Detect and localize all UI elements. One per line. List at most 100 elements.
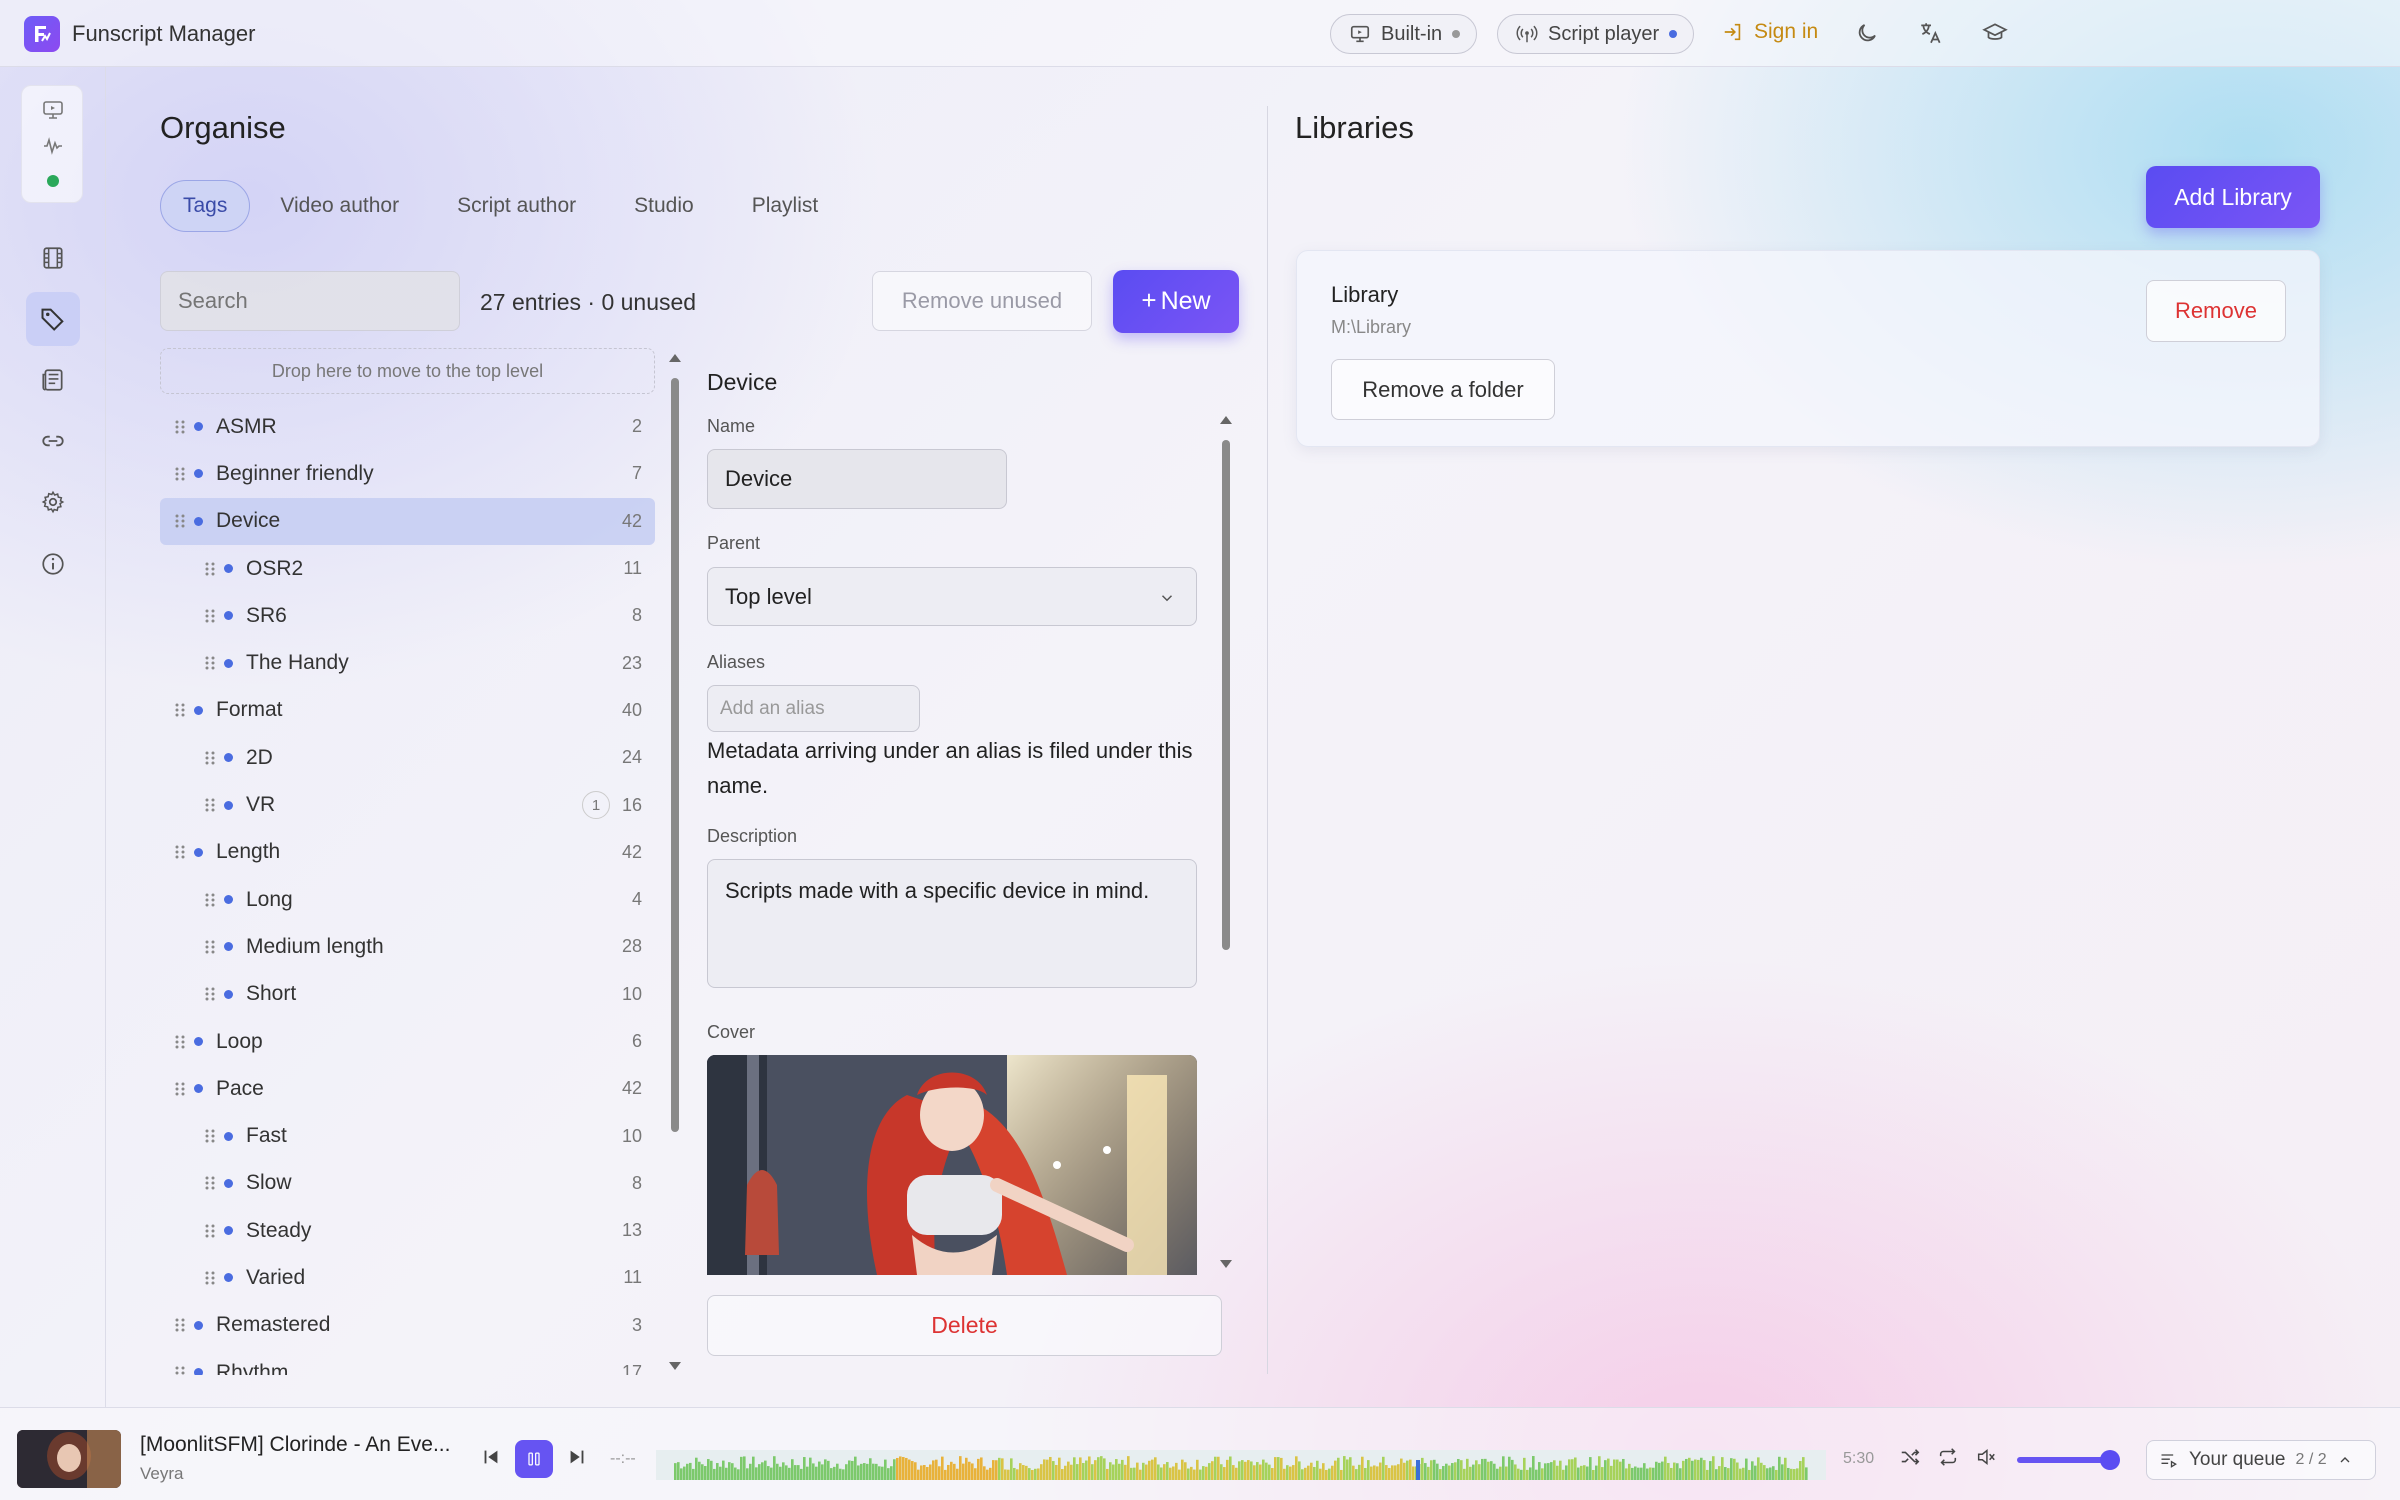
tag-tree-row[interactable]: ASMR 2: [160, 403, 655, 450]
funscript-heatmap-timeline[interactable]: [656, 1446, 1826, 1484]
tab-tags[interactable]: Tags: [160, 180, 251, 232]
tag-tree-row[interactable]: VR 1 16: [160, 781, 655, 828]
repeat-icon[interactable]: [1935, 1444, 1961, 1470]
drag-handle-icon[interactable]: [204, 750, 216, 766]
tag-tree-row[interactable]: The Handy 23: [160, 639, 655, 686]
tag-bullet: [194, 469, 203, 479]
pause-button[interactable]: [515, 1440, 553, 1478]
drag-handle-icon[interactable]: [174, 466, 186, 482]
drag-handle-icon[interactable]: [204, 1270, 216, 1286]
tag-tree-row[interactable]: Steady 13: [160, 1207, 655, 1254]
heatmap-bar: [1193, 1469, 1196, 1480]
nav-about-info-icon[interactable]: [26, 537, 80, 591]
alias-input[interactable]: Add an alias: [707, 685, 920, 732]
tag-tree-row[interactable]: Medium length 28: [160, 923, 655, 970]
nav-scripts-newspaper-icon[interactable]: [26, 353, 80, 407]
tag-tree-row[interactable]: Slow 8: [160, 1160, 655, 1207]
name-input[interactable]: Device: [707, 449, 1007, 509]
drag-handle-icon[interactable]: [174, 513, 186, 529]
track-thumbnail[interactable]: [17, 1430, 121, 1488]
theme-toggle-moon-icon[interactable]: [1852, 18, 1882, 48]
drag-handle-icon[interactable]: [174, 702, 186, 718]
script-player-toggle[interactable]: Script player: [1497, 14, 1695, 54]
tag-tree-row[interactable]: Loop 6: [160, 1018, 655, 1065]
tab-studio[interactable]: Studio: [606, 180, 722, 232]
tag-tree-row[interactable]: Device 42: [160, 497, 655, 545]
nav-tags-icon[interactable]: [26, 292, 80, 346]
tab-video-author[interactable]: Video author: [252, 180, 427, 232]
tag-tree-row[interactable]: 2D 24: [160, 734, 655, 781]
tutorial-graduation-cap-icon[interactable]: [1980, 18, 2010, 48]
remove-unused-button[interactable]: Remove unused: [872, 271, 1092, 331]
top-level-dropzone[interactable]: Drop here to move to the top level: [160, 348, 655, 394]
drag-handle-icon[interactable]: [204, 561, 216, 577]
heatmap-bar: [878, 1466, 881, 1480]
tag-tree-row[interactable]: Beginner friendly 7: [160, 450, 655, 497]
heatmap-bar: [968, 1461, 971, 1480]
description-textarea[interactable]: Scripts made with a specific device in m…: [707, 859, 1197, 988]
builtin-player-toggle[interactable]: Built-in: [1330, 14, 1478, 54]
heatmap-bar: [1712, 1456, 1715, 1480]
drag-handle-icon[interactable]: [204, 939, 216, 955]
queue-button[interactable]: Your queue 2 / 2: [2146, 1440, 2376, 1480]
volume-slider-handle[interactable]: [2100, 1450, 2120, 1470]
drag-handle-icon[interactable]: [174, 419, 186, 435]
nav-videos-film-icon[interactable]: [26, 231, 80, 285]
tag-tree-row[interactable]: SR6 8: [160, 592, 655, 639]
tab-script-author[interactable]: Script author: [429, 180, 604, 232]
add-library-button[interactable]: Add Library: [2146, 166, 2320, 228]
drag-handle-icon[interactable]: [174, 1034, 186, 1050]
tag-tree-row[interactable]: Remastered 3: [160, 1302, 655, 1349]
drag-handle-icon[interactable]: [174, 1365, 186, 1375]
language-icon[interactable]: [1916, 18, 1946, 48]
drag-handle-icon[interactable]: [174, 1081, 186, 1097]
heatmap-bar: [1532, 1456, 1535, 1480]
drag-handle-icon[interactable]: [204, 797, 216, 813]
remove-library-button[interactable]: Remove: [2146, 280, 2286, 342]
heatmap-bar: [1781, 1464, 1784, 1480]
remove-folder-button[interactable]: Remove a folder: [1331, 359, 1555, 420]
tag-tree-row[interactable]: Fast 10: [160, 1112, 655, 1159]
sign-in-icon: [1724, 23, 1741, 41]
heatmap-bar: [1682, 1460, 1685, 1480]
nav-settings-gear-icon[interactable]: [26, 475, 80, 529]
parent-select[interactable]: Top level: [707, 567, 1197, 626]
drag-handle-icon[interactable]: [174, 1317, 186, 1333]
new-tag-button[interactable]: + New: [1113, 270, 1239, 333]
tag-tree-row[interactable]: Rhythm 17: [160, 1349, 655, 1375]
tag-tree-row[interactable]: Short 10: [160, 971, 655, 1018]
tag-tree-row[interactable]: Long 4: [160, 876, 655, 923]
tag-tree-row[interactable]: Varied 11: [160, 1254, 655, 1301]
tag-tree-row[interactable]: Length 42: [160, 829, 655, 876]
shuffle-icon[interactable]: [1897, 1444, 1923, 1470]
heatmap-bar: [1601, 1467, 1604, 1480]
previous-track-icon[interactable]: [478, 1444, 504, 1470]
heatmap-bar: [1469, 1466, 1472, 1480]
sign-in-button[interactable]: Sign in: [1722, 20, 1818, 44]
tag-count: 42: [621, 841, 642, 862]
tag-tree-row[interactable]: Format 40: [160, 687, 655, 734]
delete-button[interactable]: Delete: [707, 1295, 1222, 1356]
tag-label: 2D: [246, 745, 273, 769]
cover-image[interactable]: [707, 1055, 1197, 1275]
next-track-icon[interactable]: [564, 1444, 590, 1470]
tag-tree-row[interactable]: OSR2 11: [160, 545, 655, 592]
drag-handle-icon[interactable]: [204, 655, 216, 671]
drag-handle-icon[interactable]: [204, 1128, 216, 1144]
tag-bullet: [224, 895, 233, 905]
heatmap-bar: [1244, 1461, 1247, 1480]
tag-tree-row[interactable]: Pace 42: [160, 1065, 655, 1112]
drag-handle-icon[interactable]: [204, 1175, 216, 1191]
drag-handle-icon[interactable]: [204, 608, 216, 624]
tag-count: 3: [631, 1314, 642, 1335]
search-input[interactable]: [160, 271, 460, 331]
detail-scrollbar[interactable]: [1215, 412, 1237, 1274]
drag-handle-icon[interactable]: [204, 986, 216, 1002]
tree-scrollbar[interactable]: [664, 352, 686, 1374]
drag-handle-icon[interactable]: [204, 1223, 216, 1239]
tab-playlist[interactable]: Playlist: [724, 180, 847, 232]
drag-handle-icon[interactable]: [204, 892, 216, 908]
drag-handle-icon[interactable]: [174, 844, 186, 860]
nav-links-icon[interactable]: [26, 414, 80, 468]
mute-speaker-icon[interactable]: [1973, 1444, 1999, 1470]
